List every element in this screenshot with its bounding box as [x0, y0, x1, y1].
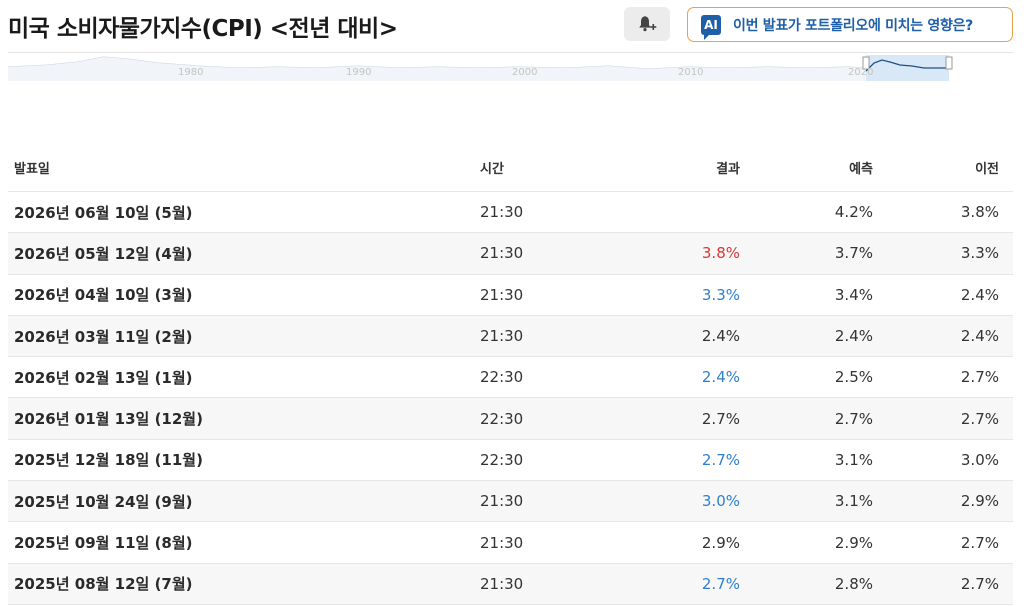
- cell-previous: 2.9%: [960, 492, 999, 511]
- cell-previous: 2.7%: [960, 368, 999, 387]
- table-row: 2026년 04월 10일 (3월) 21:30 3.3% 3.4% 2.4%: [8, 275, 1013, 316]
- cell-time: 21:30: [480, 285, 524, 304]
- cell-previous: 3.8%: [960, 203, 999, 222]
- timeline-year-label: 1990: [346, 67, 371, 78]
- table-row: 2026년 03월 11일 (2월) 21:30 2.4% 2.4% 2.4%: [8, 315, 1013, 358]
- table-row: 2026년 01월 13일 (12월) 22:30 2.7% 2.7% 2.7%: [8, 398, 1013, 440]
- cell-date: 2026년 04월 10일 (3월): [14, 286, 193, 305]
- cell-time: 21:30: [480, 574, 524, 593]
- cell-date: 2026년 02월 13일 (1월): [14, 368, 193, 387]
- table-row: 2025년 12월 18일 (11월) 22:30 2.7% 3.1% 3.0%: [8, 440, 1013, 482]
- table-row: 2026년 06월 10일 (5월) 21:30 4.2% 3.8%: [8, 192, 1013, 234]
- cell-previous: 2.4%: [960, 327, 999, 346]
- cell-forecast: 3.1%: [834, 492, 873, 511]
- cell-actual: 2.7%: [701, 409, 740, 428]
- ai-badge-icon: AI: [701, 14, 721, 40]
- cell-actual: 2.4%: [701, 368, 740, 387]
- cell-time: 21:30: [480, 492, 524, 511]
- cell-date: 2026년 03월 11일 (2월): [14, 327, 193, 346]
- column-header-forecast[interactable]: 예측: [740, 158, 873, 177]
- ai-button-label: 이번 발표가 포트폴리오에 미치는 영향은?: [733, 17, 973, 34]
- timeline-year-label: 2000: [512, 67, 537, 78]
- cell-actual: 3.0%: [701, 492, 740, 511]
- table-row: 2025년 08월 12일 (7월) 21:30 2.7% 2.8% 2.7%: [8, 563, 1013, 605]
- cell-previous: 3.0%: [960, 450, 999, 469]
- cell-date: 2026년 01월 13일 (12월): [14, 410, 203, 429]
- cell-date: 2025년 08월 12일 (7월): [14, 575, 193, 594]
- release-history-table: 발표일 시간 결과 예측 이전 2026년 06월 10일 (5월) 21:30 4…: [8, 144, 1013, 605]
- cell-previous: 2.7%: [960, 533, 999, 552]
- cell-actual: 3.3%: [701, 285, 740, 304]
- cell-forecast: 2.9%: [834, 533, 873, 552]
- cell-time: 21:30: [480, 327, 524, 346]
- table-body: 2026년 06월 10일 (5월) 21:30 4.2% 3.8% 2026년 05월…: [8, 192, 1013, 605]
- cell-actual: 3.8%: [701, 244, 740, 263]
- cell-time: 22:30: [480, 409, 524, 428]
- cell-forecast: 4.2%: [834, 203, 873, 222]
- bell-plus-icon: [639, 16, 657, 32]
- table-header: 발표일 시간 결과 예측 이전: [8, 144, 1013, 192]
- table-row: 2025년 09월 11일 (8월) 21:30 2.9% 2.9% 2.7%: [8, 522, 1013, 564]
- cell-date: 2025년 09월 11일 (8월): [14, 534, 193, 553]
- cell-date: 2025년 12월 18일 (11월): [14, 451, 203, 470]
- cell-time: 21:30: [480, 533, 524, 552]
- page-header: 미국 소비자물가지수(CPI) <전년 대비> AI 이번 발표가 포트폴리오에…: [0, 0, 1029, 52]
- column-header-actual[interactable]: 결과: [618, 158, 740, 177]
- cell-previous: 3.3%: [960, 244, 999, 263]
- column-header-time[interactable]: 시간: [478, 158, 618, 177]
- column-header-previous[interactable]: 이전: [873, 158, 1006, 177]
- page-title: 미국 소비자물가지수(CPI) <전년 대비>: [8, 16, 398, 42]
- ai-portfolio-impact-button[interactable]: AI 이번 발표가 포트폴리오에 미치는 영향은?: [687, 7, 1013, 42]
- cell-forecast: 2.5%: [834, 368, 873, 387]
- cell-time: 22:30: [480, 450, 524, 469]
- timeline-navigator[interactable]: 1980 1990 2000 2010 2020: [8, 52, 1013, 81]
- cell-date: 2025년 10월 24일 (9월): [14, 492, 193, 511]
- cell-time: 21:30: [480, 244, 524, 263]
- table-row: 2026년 02월 13일 (1월) 22:30 2.4% 2.5% 2.7%: [8, 357, 1013, 399]
- cell-date: 2026년 06월 10일 (5월): [14, 203, 193, 222]
- cell-previous: 2.4%: [960, 285, 999, 304]
- table-row: 2026년 05월 12일 (4월) 21:30 3.8% 3.7% 3.3%: [8, 233, 1013, 275]
- cell-actual: 2.7%: [701, 450, 740, 469]
- timeline-year-label: 2010: [678, 67, 703, 78]
- table-row: 2025년 10월 24일 (9월) 21:30 3.0% 3.1% 2.9%: [8, 481, 1013, 523]
- cell-forecast: 2.4%: [834, 327, 873, 346]
- timeline-year-label: 2020: [848, 67, 873, 78]
- add-alert-button[interactable]: [624, 7, 670, 41]
- cell-time: 21:30: [480, 203, 524, 222]
- cell-forecast: 2.8%: [834, 574, 873, 593]
- cell-date: 2026년 05월 12일 (4월): [14, 244, 193, 263]
- cell-forecast: 3.4%: [834, 285, 873, 304]
- cell-forecast: 2.7%: [834, 409, 873, 428]
- cell-actual: 2.4%: [701, 327, 740, 346]
- cell-actual: 2.7%: [701, 574, 740, 593]
- cell-previous: 2.7%: [960, 409, 999, 428]
- cell-time: 22:30: [480, 368, 524, 387]
- cell-previous: 2.7%: [960, 574, 999, 593]
- column-header-date[interactable]: 발표일: [8, 158, 478, 177]
- cell-actual: 2.9%: [701, 533, 740, 552]
- cell-forecast: 3.1%: [834, 450, 873, 469]
- timeline-year-label: 1980: [178, 67, 203, 78]
- cell-forecast: 3.7%: [834, 244, 873, 263]
